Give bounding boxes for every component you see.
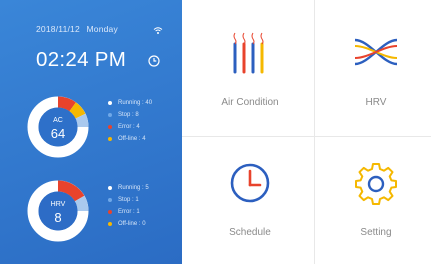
schedule-label: Schedule [229, 227, 271, 238]
schedule-clock-icon [188, 161, 312, 205]
air-condition-label: Air Condition [221, 97, 279, 108]
wifi-icon [153, 22, 163, 40]
date-row: 2018/11/12 Monday [36, 24, 122, 34]
air-condition-tile[interactable]: Air Condition [188, 4, 312, 134]
hrv-gauge-value: 8 [54, 210, 62, 225]
ac-legend-error: Error : 4 [108, 121, 152, 133]
ac-legend: Running : 40 Stop : 8 Error : 4 Off-line… [108, 97, 152, 145]
hrv-gauge[interactable]: HRV 8 [27, 180, 89, 242]
hrv-legend-offline: Off-line : 0 [108, 218, 149, 230]
hrv-legend-error: Error : 1 [108, 206, 149, 218]
ac-legend-stop: Stop : 8 [108, 109, 152, 121]
air-condition-icon [188, 32, 312, 76]
hrv-legend-stop: Stop : 1 [108, 194, 149, 206]
hrv-icon [314, 34, 431, 70]
status-panel: 2018/11/12 Monday 02:24 PM AC 64 Running… [0, 0, 182, 264]
setting-label: Setting [360, 227, 392, 238]
setting-tile[interactable]: Setting [314, 136, 431, 266]
ac-gauge-label: AC [53, 117, 63, 124]
ac-gauge-value: 64 [50, 126, 66, 141]
ac-legend-running: Running : 40 [108, 97, 152, 109]
hrv-legend: Running : 5 Stop : 1 Error : 1 Off-line … [108, 182, 149, 230]
gear-icon [314, 161, 431, 205]
ac-gauge[interactable]: AC 64 [27, 96, 89, 158]
ac-legend-offline: Off-line : 4 [108, 133, 152, 145]
hrv-label: HRV [365, 97, 387, 108]
clock-icon[interactable] [148, 54, 160, 72]
hrv-legend-running: Running : 5 [108, 182, 149, 194]
schedule-tile[interactable]: Schedule [188, 136, 312, 266]
weekday-text: Monday [86, 24, 118, 34]
date-text: 2018/11/12 [36, 24, 80, 34]
hrv-tile[interactable]: HRV [314, 4, 431, 134]
hrv-gauge-label: HRV [50, 201, 66, 208]
current-time: 02:24 PM [36, 48, 127, 71]
